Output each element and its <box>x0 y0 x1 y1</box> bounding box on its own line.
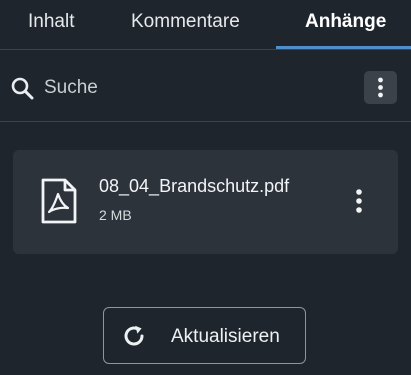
search-options-button[interactable] <box>364 71 397 104</box>
attachment-file-name: 08_04_Brandschutz.pdf <box>99 176 290 196</box>
tab-bar-divider <box>0 49 411 50</box>
attachment-file-size: 2 MB <box>99 207 132 223</box>
search-bar <box>0 62 411 112</box>
attachment-item[interactable]: 08_04_Brandschutz.pdf 2 MB <box>13 150 398 254</box>
refresh-button[interactable]: Aktualisieren <box>103 307 306 364</box>
tab-inhalt[interactable]: Inhalt <box>28 0 74 46</box>
search-icon <box>10 76 36 102</box>
pdf-file-icon <box>39 178 79 224</box>
tab-bar: Inhalt Kommentare Anhänge <box>0 0 411 50</box>
attachment-menu-button[interactable] <box>347 186 371 218</box>
more-vertical-icon <box>378 77 383 98</box>
refresh-icon <box>122 324 146 348</box>
tab-kommentare[interactable]: Kommentare <box>131 0 240 46</box>
search-divider <box>0 121 411 122</box>
refresh-button-label: Aktualisieren <box>171 326 280 347</box>
search-input[interactable] <box>44 74 344 102</box>
tab-anhaenge[interactable]: Anhänge <box>305 0 386 46</box>
more-vertical-icon <box>356 189 362 213</box>
